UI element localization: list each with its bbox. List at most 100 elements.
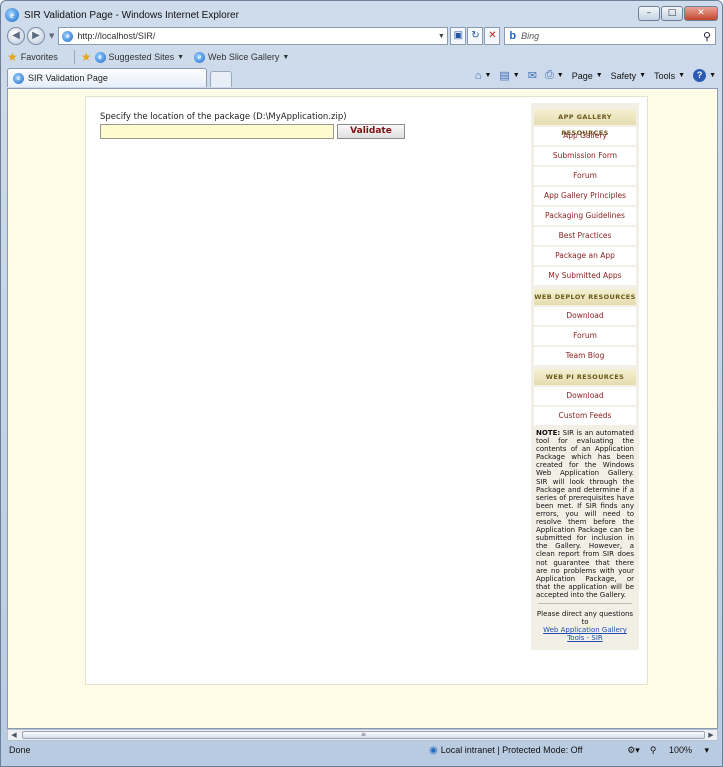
chevron-down-icon: ▼ xyxy=(484,72,492,79)
print-icon: ⎙ xyxy=(544,69,554,81)
bing-icon: b xyxy=(509,30,517,42)
print-button[interactable]: ⎙ ▼ xyxy=(545,69,564,82)
scroll-left-icon[interactable]: ◀ xyxy=(8,730,20,740)
ie-icon: e xyxy=(94,51,106,63)
sidebar-link-app-gallery-principles[interactable]: App Gallery Principles xyxy=(534,187,636,205)
web-deploy-resources-header: WEB DEPLOY RESOURCES xyxy=(534,289,636,305)
note-text: SIR is an automated tool for evaluating … xyxy=(536,429,634,599)
sidebar-link-team-blog[interactable]: Team Blog xyxy=(534,347,636,365)
sidebar-link-webdeploy-forum[interactable]: Forum xyxy=(534,327,636,345)
divider xyxy=(73,50,75,64)
forward-button[interactable]: ▶ xyxy=(27,27,45,45)
read-mail-button[interactable]: ✉ xyxy=(528,69,537,82)
zoom-control[interactable]: ⚲ 100% ▾ xyxy=(650,745,709,756)
chevron-down-icon: ▼ xyxy=(177,53,185,61)
browser-window: e SIR Validation Page - Windows Internet… xyxy=(0,0,723,767)
address-url[interactable]: http://localhost/SIR/ xyxy=(77,31,435,41)
sidebar-link-best-practices[interactable]: Best Practices xyxy=(534,227,636,245)
protected-mode-icon[interactable]: ⚙▾ xyxy=(627,745,640,756)
status-bar: Done ◉ Local intranet | Protected Mode: … xyxy=(5,741,719,759)
globe-icon: ◉ xyxy=(429,744,438,756)
home-icon: ⌂ xyxy=(474,69,482,82)
sidebar-link-webpi-download[interactable]: Download xyxy=(534,387,636,405)
suggested-sites-link[interactable]: e Suggested Sites ▼ xyxy=(94,51,185,63)
sidebar-link-forum[interactable]: Forum xyxy=(534,167,636,185)
stop-icon[interactable]: ✕ xyxy=(484,27,501,45)
search-icon[interactable]: ⚲ xyxy=(703,30,715,43)
sidebar-link-custom-feeds[interactable]: Custom Feeds xyxy=(534,407,636,425)
sidebar-link-webdeploy-download[interactable]: Download xyxy=(534,307,636,325)
command-bar: ⌂ ▼ ▤ ▼ ✉ ⎙ ▼ Page ▼ Safety ▼ Tools ▼ ? ▼ xyxy=(467,69,716,82)
tab-label: SIR Validation Page xyxy=(28,73,108,83)
page-menu-label: Page xyxy=(571,70,593,81)
address-dropdown-icon[interactable]: ▼ xyxy=(435,33,447,40)
address-row: ◀ ▶ ▼ e http://localhost/SIR/ ▼ ▣ ↻ ✕ b … xyxy=(7,26,716,46)
sidebar-link-package-an-app[interactable]: Package an App xyxy=(534,247,636,265)
chevron-down-icon: ▼ xyxy=(512,72,520,79)
zone-text: Local intranet | Protected Mode: Off xyxy=(440,745,583,755)
page-icon: e xyxy=(62,30,74,42)
note-label: NOTE: xyxy=(536,429,561,437)
sidebar-link-my-submitted-apps[interactable]: My Submitted Apps xyxy=(534,267,636,285)
feeds-icon: ▤ xyxy=(499,70,510,82)
sidebar-link-app-gallery[interactable]: App Gallery xyxy=(534,127,636,145)
chevron-down-icon: ▼ xyxy=(282,53,290,61)
window-title: SIR Validation Page - Windows Internet E… xyxy=(24,9,239,21)
ie-logo-icon: e xyxy=(5,8,19,22)
recent-pages-dropdown-icon[interactable]: ▼ xyxy=(49,32,54,40)
page-menu[interactable]: Page ▼ xyxy=(572,71,603,81)
tab-sir-validation[interactable]: e SIR Validation Page xyxy=(7,68,207,87)
minimize-button[interactable]: – xyxy=(638,6,660,21)
favorites-button[interactable]: ★ Favorites xyxy=(7,50,58,64)
package-location-input[interactable] xyxy=(100,124,334,139)
new-tab-button[interactable] xyxy=(210,71,232,87)
close-button[interactable]: ✕ xyxy=(684,6,718,21)
sidebar-link-submission-form[interactable]: Submission Form xyxy=(534,147,636,165)
address-input[interactable]: e http://localhost/SIR/ ▼ xyxy=(58,27,449,45)
chevron-down-icon: ▼ xyxy=(639,72,647,79)
web-pi-resources-header: WEB PI RESOURCES xyxy=(534,369,636,385)
zoom-level: 100% xyxy=(668,744,692,755)
suggested-sites-label: Suggested Sites xyxy=(108,52,175,62)
address-buttons: ▣ ↻ ✕ xyxy=(450,27,501,45)
search-placeholder: Bing xyxy=(521,31,540,41)
status-controls: ⚙▾ ⚲ 100% ▾ xyxy=(627,745,719,756)
tab-row: e SIR Validation Page ⌂ ▼ ▤ ▼ ✉ ⎙ ▼ Page ▼ S… xyxy=(7,67,716,87)
feeds-button[interactable]: ▤ ▼ xyxy=(499,69,519,82)
chevron-down-icon: ▼ xyxy=(595,72,603,79)
security-zone[interactable]: ◉ Local intranet | Protected Mode: Off xyxy=(429,745,582,756)
contact-text: Please direct any questions to xyxy=(536,609,634,626)
contact-block: Please direct any questions to Web Appli… xyxy=(534,604,636,646)
help-button[interactable]: ? ▼ xyxy=(693,69,716,82)
favorites-label: Favorites xyxy=(20,52,58,62)
help-icon: ? xyxy=(693,69,707,82)
window-controls: – □ ✕ xyxy=(637,6,718,21)
tools-menu-label: Tools xyxy=(654,70,676,81)
scroll-thumb[interactable]: ≡ xyxy=(22,731,705,739)
home-button[interactable]: ⌂ ▼ xyxy=(475,70,492,82)
page-container: Specify the location of the package (D:\… xyxy=(85,96,648,685)
safety-menu[interactable]: Safety ▼ xyxy=(611,71,646,81)
maximize-button[interactable]: □ xyxy=(661,6,683,21)
compatibility-view-icon[interactable]: ▣ xyxy=(450,27,467,45)
chevron-down-icon: ▼ xyxy=(678,72,686,79)
add-favorite-icon[interactable]: ★ xyxy=(81,50,92,64)
sir-note: NOTE: SIR is an automated tool for evalu… xyxy=(534,427,636,603)
search-input[interactable]: b Bing ⚲ xyxy=(504,27,716,45)
horizontal-scrollbar[interactable]: ◀ ≡ ▶ xyxy=(7,729,718,741)
web-slice-gallery-link[interactable]: e Web Slice Gallery ▼ xyxy=(194,51,290,63)
contact-link[interactable]: Web Application Gallery Tools - SIR xyxy=(536,626,634,642)
validate-button[interactable]: Validate xyxy=(337,124,405,139)
resources-sidebar: APP GALLERY RESOURCES App Gallery Submis… xyxy=(531,103,639,650)
refresh-icon[interactable]: ↻ xyxy=(467,27,484,45)
favorites-star-icon: ★ xyxy=(7,50,18,64)
tools-menu[interactable]: Tools ▼ xyxy=(654,71,685,81)
package-location-label: Specify the location of the package (D:\… xyxy=(100,112,347,122)
mail-icon: ✉ xyxy=(527,70,537,82)
status-text: Done xyxy=(9,745,31,755)
back-button[interactable]: ◀ xyxy=(7,27,25,45)
zoom-icon: ⚲ xyxy=(649,744,657,755)
favorites-bar: ★ Favorites ★ e Suggested Sites ▼ e Web … xyxy=(7,48,716,66)
sidebar-link-packaging-guidelines[interactable]: Packaging Guidelines xyxy=(534,207,636,225)
scroll-right-icon[interactable]: ▶ xyxy=(705,730,717,740)
